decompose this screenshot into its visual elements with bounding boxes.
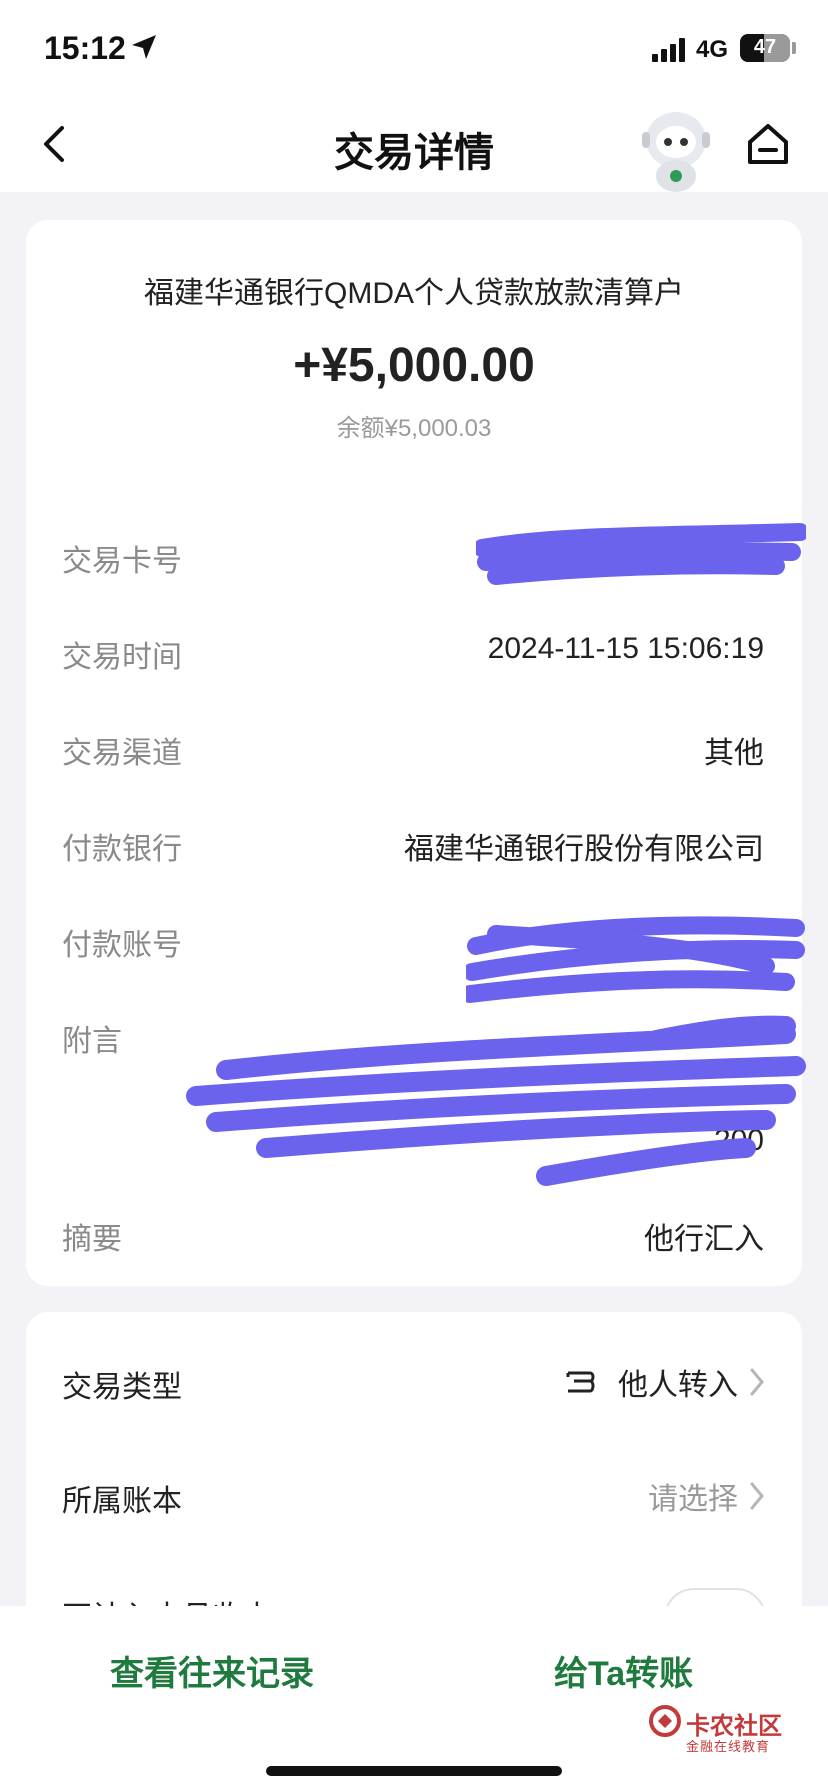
nav-bar: 交易详情 bbox=[0, 96, 828, 192]
row-label-remark: 附言 bbox=[62, 1025, 122, 1058]
ledger-value: 请选择 bbox=[648, 1483, 738, 1516]
redaction-scribble bbox=[186, 1015, 806, 1186]
watermark-logo-icon bbox=[649, 1705, 681, 1737]
watermark-subtitle: 金融在线教育 bbox=[686, 1739, 771, 1754]
battery-icon: 47 bbox=[740, 34, 790, 62]
row-label-summary: 摘要 bbox=[62, 1223, 122, 1256]
transfer-type-icon bbox=[566, 1371, 595, 1393]
location-arrow-icon bbox=[132, 35, 156, 59]
row-value-channel: 其他 bbox=[704, 737, 764, 770]
ledger-selector[interactable]: 请选择 bbox=[648, 1474, 766, 1518]
row-value-payer-bank: 福建华通银行股份有限公司 bbox=[404, 833, 764, 866]
transfer-to-ta-button[interactable]: 给Ta转账 bbox=[554, 1646, 693, 1695]
home-icon[interactable] bbox=[742, 118, 794, 170]
chevron-right-icon bbox=[750, 1368, 764, 1396]
view-history-button[interactable]: 查看往来记录 bbox=[110, 1646, 314, 1695]
transaction-detail-card: 福建华通银行QMDA个人贷款放款清算户 +¥5,000.00 余额¥5,000.… bbox=[26, 220, 806, 1286]
transaction-type-label: 交易类型 bbox=[62, 1371, 182, 1404]
bottom-action-bar: 查看往来记录 给Ta转账 卡农社区 金融在线教育 bbox=[0, 1606, 828, 1792]
row-value-remark: 200 bbox=[713, 1124, 764, 1157]
status-time: 15:12 bbox=[44, 30, 126, 66]
home-indicator bbox=[266, 1766, 562, 1776]
row-label-time: 交易时间 bbox=[62, 641, 182, 674]
redaction-scribble bbox=[466, 916, 805, 1003]
row-label-payer-account: 付款账号 bbox=[62, 929, 182, 962]
row-value-time: 2024-11-15 15:06:19 bbox=[487, 632, 764, 665]
battery-cap bbox=[792, 42, 796, 54]
status-bar: 15:12 4G 47 bbox=[0, 0, 828, 96]
robot-mascot-icon[interactable] bbox=[636, 104, 716, 194]
ledger-label: 所属账本 bbox=[62, 1485, 182, 1518]
row-label-payer-bank: 付款银行 bbox=[62, 833, 182, 866]
transaction-type-value: 他人转入 bbox=[618, 1369, 738, 1402]
balance: 余额¥5,000.03 bbox=[26, 408, 802, 443]
redaction-scribble bbox=[476, 523, 806, 585]
network-label: 4G bbox=[696, 36, 729, 63]
transaction-amount: +¥5,000.00 bbox=[293, 339, 535, 392]
chevron-right-icon bbox=[750, 1482, 764, 1510]
battery-text: 47 bbox=[753, 36, 777, 58]
signal-icon bbox=[652, 38, 685, 62]
row-label-card-number: 交易卡号 bbox=[62, 545, 182, 578]
balance-value: ¥5,000.03 bbox=[384, 415, 492, 442]
payer-name: 福建华通银行QMDA个人贷款放款清算户 bbox=[144, 277, 684, 310]
row-label-channel: 交易渠道 bbox=[62, 737, 182, 770]
transaction-type-selector[interactable]: 他人转入 bbox=[564, 1360, 766, 1404]
balance-label: 余额 bbox=[336, 415, 385, 442]
row-value-summary: 他行汇入 bbox=[644, 1223, 764, 1256]
